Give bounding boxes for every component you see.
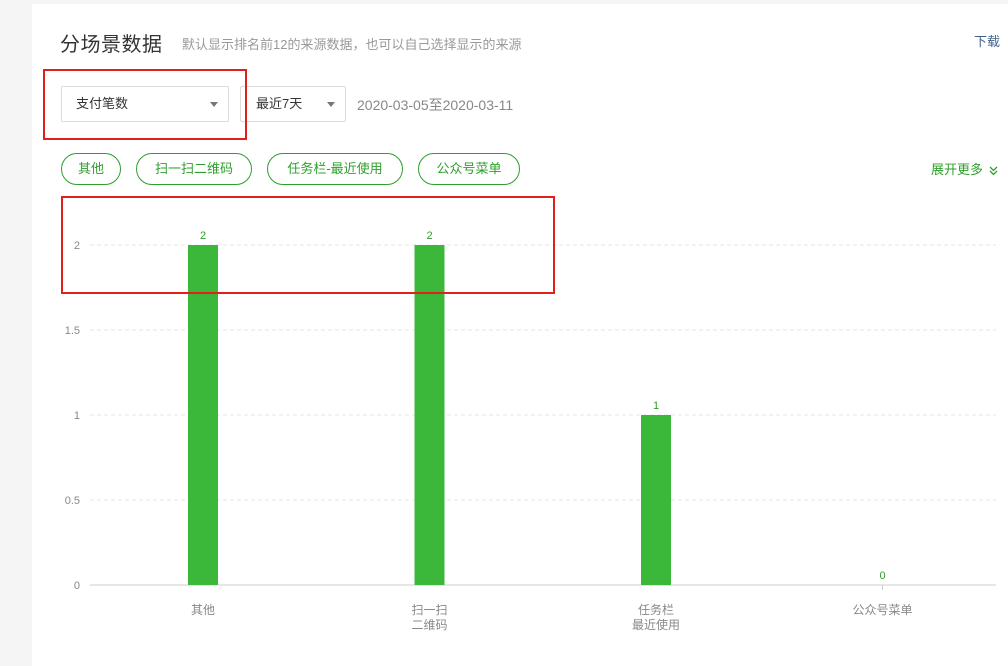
x-tick-label: 最近使用 <box>632 617 680 632</box>
bar <box>641 415 671 585</box>
y-tick-label: 0 <box>74 580 80 592</box>
y-tick-label: 1.5 <box>65 325 80 337</box>
x-tick-label: 公众号菜单 <box>852 603 912 617</box>
data-label: 1 <box>653 400 659 412</box>
x-tick-label: 任务栏 <box>638 602 674 617</box>
data-label: 2 <box>426 230 432 242</box>
data-label: 2 <box>200 230 206 242</box>
data-label: 0 <box>879 570 885 582</box>
x-tick-label: 二维码 <box>411 618 447 632</box>
bar <box>414 245 445 585</box>
bar <box>188 245 218 585</box>
x-tick-label: 扫一扫 <box>411 603 447 617</box>
y-tick-label: 0.5 <box>65 495 80 507</box>
bar-chart: 0 0.5 1 1.5 2 2 2 1 0 其他 扫一扫二维码 任务栏最近使用 公众号菜单 <box>65 230 996 632</box>
x-tick-label: 其他 <box>191 603 215 617</box>
y-tick-label: 1 <box>74 410 80 422</box>
y-tick-label: 2 <box>74 240 80 252</box>
